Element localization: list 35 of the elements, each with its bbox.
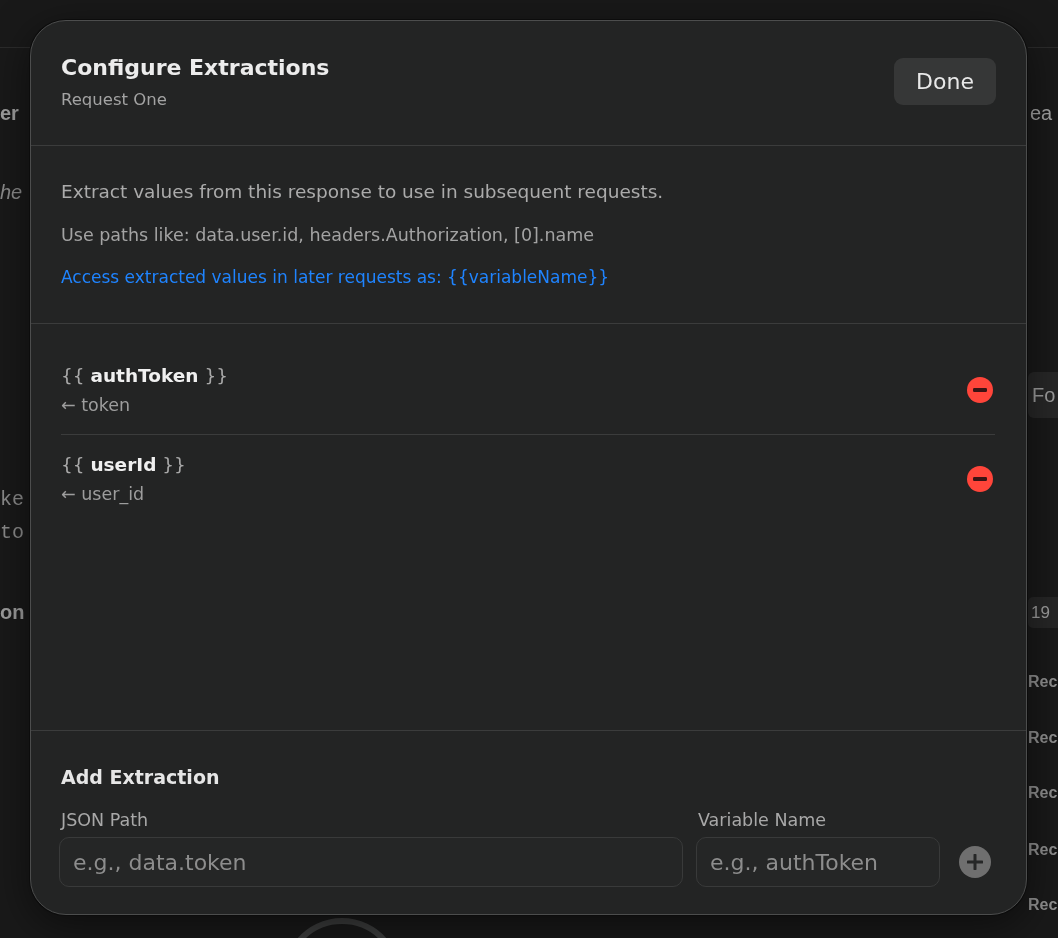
list-item[interactable]: Rec xyxy=(1028,893,1058,917)
minus-icon xyxy=(973,388,987,392)
dialog-title: Configure Extractions xyxy=(61,54,330,82)
usage-text: Access extracted values in later requests as: {{variableName}} xyxy=(61,266,611,288)
source-path: ← token xyxy=(61,394,132,416)
list-item[interactable]: Rec xyxy=(1028,726,1058,750)
input-field[interactable]: e.g., data.token xyxy=(59,837,683,887)
code-text: ke xyxy=(0,487,24,513)
input-field[interactable]: e.g., authToken xyxy=(696,837,940,887)
minus-icon xyxy=(973,477,987,481)
add-button[interactable] xyxy=(959,846,991,878)
variable-name: {{ userId }} xyxy=(61,453,186,477)
count-badge: 19 xyxy=(1028,597,1058,628)
list-item[interactable]: Rec xyxy=(1028,670,1058,694)
section-heading: er xyxy=(0,101,19,126)
ring-icon xyxy=(297,916,387,938)
text-field[interactable]: Fo xyxy=(1028,372,1058,418)
list-item[interactable]: Rec xyxy=(1028,781,1058,805)
plus-icon xyxy=(967,854,983,870)
description-text: Extract values from this response to use in subsequent requests. xyxy=(61,180,665,204)
list-item[interactable]: Rec xyxy=(1028,838,1058,862)
code-text: to xyxy=(0,520,24,546)
field-label: JSON Path xyxy=(61,810,150,830)
hint-text: Use paths like: data.user.id, headers.Authorization, [0].name xyxy=(61,224,596,246)
hint-text: he xyxy=(0,180,23,205)
section-heading: on xyxy=(0,600,25,625)
field-label: Variable Name xyxy=(698,810,828,830)
dialog-subtitle: Request One xyxy=(61,89,168,111)
done-button[interactable]: Done xyxy=(894,58,996,105)
section-heading: ea xyxy=(1030,101,1053,126)
source-path: ← user_id xyxy=(61,483,146,505)
remove-button[interactable] xyxy=(967,377,993,403)
section-title: Add Extraction xyxy=(61,765,221,789)
remove-button[interactable] xyxy=(967,466,993,492)
variable-name: {{ authToken }} xyxy=(61,364,228,388)
